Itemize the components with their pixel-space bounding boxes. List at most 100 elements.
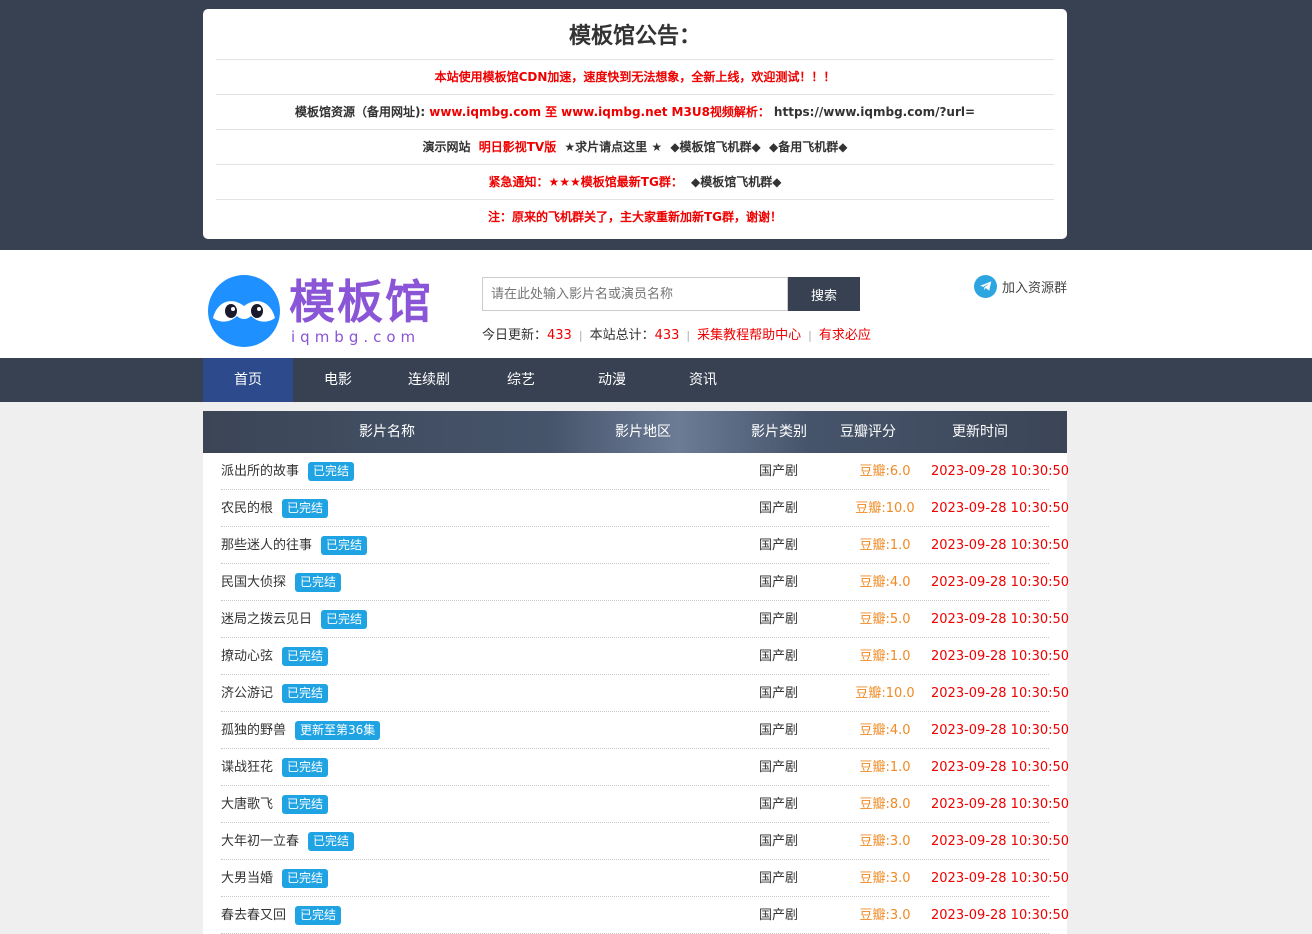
table-row[interactable]: 撩动心弦 已完结 国产剧 豆瓣:1.0 2023-09-28 10:30:50 — [221, 638, 1069, 675]
table-body: 派出所的故事 已完结 国产剧 豆瓣:6.0 2023-09-28 10:30:50 农民的… — [203, 453, 1069, 934]
video-title: 谍战狂花 — [221, 760, 274, 775]
video-title-link[interactable]: 大唐歌飞 已完结 — [221, 786, 329, 823]
video-title: 济公游记 — [221, 686, 274, 701]
update-time: 2023-09-28 10:30:50 — [931, 649, 1070, 664]
table-row[interactable]: 迷局之拨云见日 已完结 国产剧 豆瓣:5.0 2023-09-28 10:30:50 — [221, 601, 1069, 638]
search-input[interactable] — [482, 277, 788, 311]
status-badge: 更新至第36集 — [295, 721, 381, 740]
video-table: 影片名称 影片地区 影片类别 豆瓣评分 更新时间 派出所的故事 已完结 国产剧 豆瓣:… — [203, 411, 1069, 934]
divider: | — [686, 329, 691, 342]
announcement-line-demo: 演示网站 明日影视TV版 ★求片请点这里 ★ ◆模板馆飞机群◆ ◆备用飞机群◆ — [216, 130, 1054, 165]
announcement-line-note: 注：原来的飞机群关了，主大家重新加新TG群，谢谢！ — [487, 210, 783, 224]
update-time: 2023-09-28 10:30:50 — [931, 723, 1070, 738]
status-badge: 已完结 — [282, 499, 329, 518]
urgent-notice: 紧急通知：★★★模板馆最新TG群： — [488, 175, 683, 189]
video-category: 国产剧 — [759, 686, 799, 701]
table-row[interactable]: 大年初一立春 已完结 国产剧 豆瓣:3.0 2023-09-28 10:30:50 — [221, 823, 1069, 860]
status-badge: 已完结 — [308, 832, 355, 851]
status-badge: 已完结 — [282, 647, 329, 666]
video-title-link[interactable]: 农民的根 已完结 — [221, 490, 329, 527]
announcement-line-mirror: 模板馆资源（备用网址): www.iqmbg.com 至 www.iqmbg.net M… — [216, 95, 1054, 130]
video-title-link[interactable]: 派出所的故事 已完结 — [221, 453, 355, 490]
video-title-link[interactable]: 那些迷人的往事 已完结 — [221, 527, 368, 564]
urgent-group-link[interactable]: ◆模板馆飞机群◆ — [691, 175, 781, 189]
logo-domain: iqmbg.com — [291, 328, 421, 346]
divider: | — [808, 329, 812, 342]
announcement-panel: 模板馆公告： 本站使用模板馆CDN加速，速度快到无法想象，全新上线，欢迎测试！！… — [203, 9, 1067, 239]
nav-item-news[interactable]: 资讯 — [657, 358, 749, 402]
video-category: 国产剧 — [759, 575, 799, 590]
table-row[interactable]: 派出所的故事 已完结 国产剧 豆瓣:6.0 2023-09-28 10:30:50 — [221, 453, 1069, 490]
telegram-group-link[interactable]: ◆模板馆飞机群◆ — [670, 140, 760, 154]
nav-item-movies[interactable]: 电影 — [293, 358, 383, 402]
table-row[interactable]: 孤独的野兽 更新至第36集 国产剧 豆瓣:4.0 2023-09-28 10:30:50 — [221, 712, 1069, 749]
search-button[interactable]: 搜索 — [788, 277, 860, 311]
update-time: 2023-09-28 10:30:50 — [931, 871, 1070, 886]
join-group-link[interactable]: 加入资源群 — [974, 274, 1067, 298]
update-time: 2023-09-28 10:30:50 — [931, 464, 1070, 479]
douban-score: 豆瓣:5.0 — [859, 612, 911, 627]
video-title-link[interactable]: 民国大侦探 已完结 — [221, 564, 342, 601]
table-row[interactable]: 春去春又回 已完结 国产剧 豆瓣:3.0 2023-09-28 10:30:50 — [221, 897, 1069, 934]
table-row[interactable]: 民国大侦探 已完结 国产剧 豆瓣:4.0 2023-09-28 10:30:50 — [221, 564, 1069, 601]
video-category: 国产剧 — [759, 908, 799, 923]
nav-item-variety[interactable]: 综艺 — [475, 358, 567, 402]
video-title: 农民的根 — [221, 501, 274, 516]
video-category: 国产剧 — [759, 538, 799, 553]
total-count: 433 — [654, 328, 680, 343]
mirror-link-com[interactable]: www.iqmbg.com — [429, 105, 541, 119]
video-category: 国产剧 — [759, 612, 799, 627]
video-title-link[interactable]: 春去春又回 已完结 — [221, 897, 342, 934]
video-title: 那些迷人的往事 — [221, 538, 313, 553]
nav-item-series[interactable]: 连续剧 — [383, 358, 475, 402]
update-time: 2023-09-28 10:30:50 — [931, 686, 1070, 701]
table-row[interactable]: 农民的根 已完结 国产剧 豆瓣:10.0 2023-09-28 10:30:50 — [221, 490, 1069, 527]
douban-score: 豆瓣:3.0 — [859, 834, 911, 849]
video-title-link[interactable]: 济公游记 已完结 — [221, 675, 329, 712]
video-title-link[interactable]: 大年初一立春 已完结 — [221, 823, 355, 860]
update-time: 2023-09-28 10:30:50 — [931, 834, 1070, 849]
announcement-band: 模板馆公告： 本站使用模板馆CDN加速，速度快到无法想象，全新上线，欢迎测试！！… — [0, 0, 1312, 250]
table-row[interactable]: 济公游记 已完结 国产剧 豆瓣:10.0 2023-09-28 10:30:50 — [221, 675, 1069, 712]
parse-url[interactable]: https://www.iqmbg.com/?url= — [774, 105, 975, 119]
status-badge: 已完结 — [321, 536, 368, 555]
video-title: 大男当婚 — [221, 871, 274, 886]
video-category: 国产剧 — [759, 797, 799, 812]
help-center-link[interactable]: 采集教程帮助中心 — [697, 328, 801, 343]
video-title: 春去春又回 — [221, 908, 287, 923]
video-category: 国产剧 — [759, 723, 799, 738]
announcement-line-cdn: 本站使用模板馆CDN加速，速度快到无法想象，全新上线，欢迎测试！！！ — [216, 60, 1054, 95]
status-badge: 已完结 — [282, 869, 329, 888]
request-link[interactable]: 有求必应 — [819, 328, 871, 343]
nav-item-home[interactable]: 首页 — [203, 358, 293, 402]
demo-label: 演示网站 — [422, 140, 471, 154]
mirror-to: 至 — [545, 105, 558, 119]
logo-mask-icon — [208, 275, 280, 347]
table-header: 影片名称 影片地区 影片类别 豆瓣评分 更新时间 — [203, 411, 1067, 453]
table-row[interactable]: 大唐歌飞 已完结 国产剧 豆瓣:8.0 2023-09-28 10:30:50 — [221, 786, 1069, 823]
douban-score: 豆瓣:8.0 — [859, 797, 911, 812]
video-title-link[interactable]: 撩动心弦 已完结 — [221, 638, 329, 675]
telegram-icon — [974, 274, 997, 298]
request-link[interactable]: ★求片请点这里 ★ — [564, 140, 662, 154]
demo-site-link[interactable]: 明日影视TV版 — [479, 140, 556, 154]
douban-score: 豆瓣:1.0 — [859, 538, 911, 553]
backup-group-link[interactable]: ◆备用飞机群◆ — [769, 140, 847, 154]
m3u8-label: M3U8视频解析： — [671, 105, 770, 119]
table-row[interactable]: 谍战狂花 已完结 国产剧 豆瓣:1.0 2023-09-28 10:30:50 — [221, 749, 1069, 786]
table-row[interactable]: 那些迷人的往事 已完结 国产剧 豆瓣:1.0 2023-09-28 10:30:50 — [221, 527, 1069, 564]
site-logo[interactable]: 模板馆 iqmbg.com — [203, 272, 433, 352]
video-title-link[interactable]: 迷局之拨云见日 已完结 — [221, 601, 368, 638]
video-title: 大年初一立春 — [221, 834, 300, 849]
nav-item-anime[interactable]: 动漫 — [567, 358, 657, 402]
video-title-link[interactable]: 大男当婚 已完结 — [221, 860, 329, 897]
table-row[interactable]: 大男当婚 已完结 国产剧 豆瓣:3.0 2023-09-28 10:30:50 — [221, 860, 1069, 897]
mirror-link-net[interactable]: www.iqmbg.net — [561, 105, 667, 119]
site-header: 模板馆 iqmbg.com 搜索 今日更新：433|本站总计：433|采集教程帮… — [0, 250, 1312, 358]
col-header-score: 豆瓣评分 — [840, 424, 896, 440]
col-header-name: 影片名称 — [359, 424, 415, 440]
video-title-link[interactable]: 谍战狂花 已完结 — [221, 749, 329, 786]
logo-text: 模板馆 — [289, 275, 433, 329]
update-time: 2023-09-28 10:30:50 — [931, 501, 1070, 516]
video-title-link[interactable]: 孤独的野兽 更新至第36集 — [221, 712, 381, 749]
